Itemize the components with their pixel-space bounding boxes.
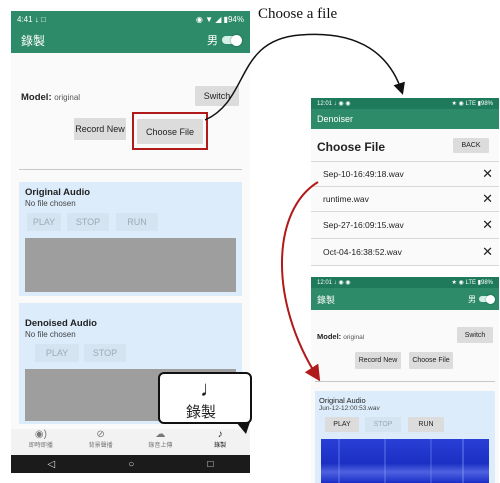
- arrow-to-choose-file: [204, 33, 405, 121]
- arrows-overlay: [204, 33, 405, 382]
- arrow-to-record-screen: [281, 181, 321, 382]
